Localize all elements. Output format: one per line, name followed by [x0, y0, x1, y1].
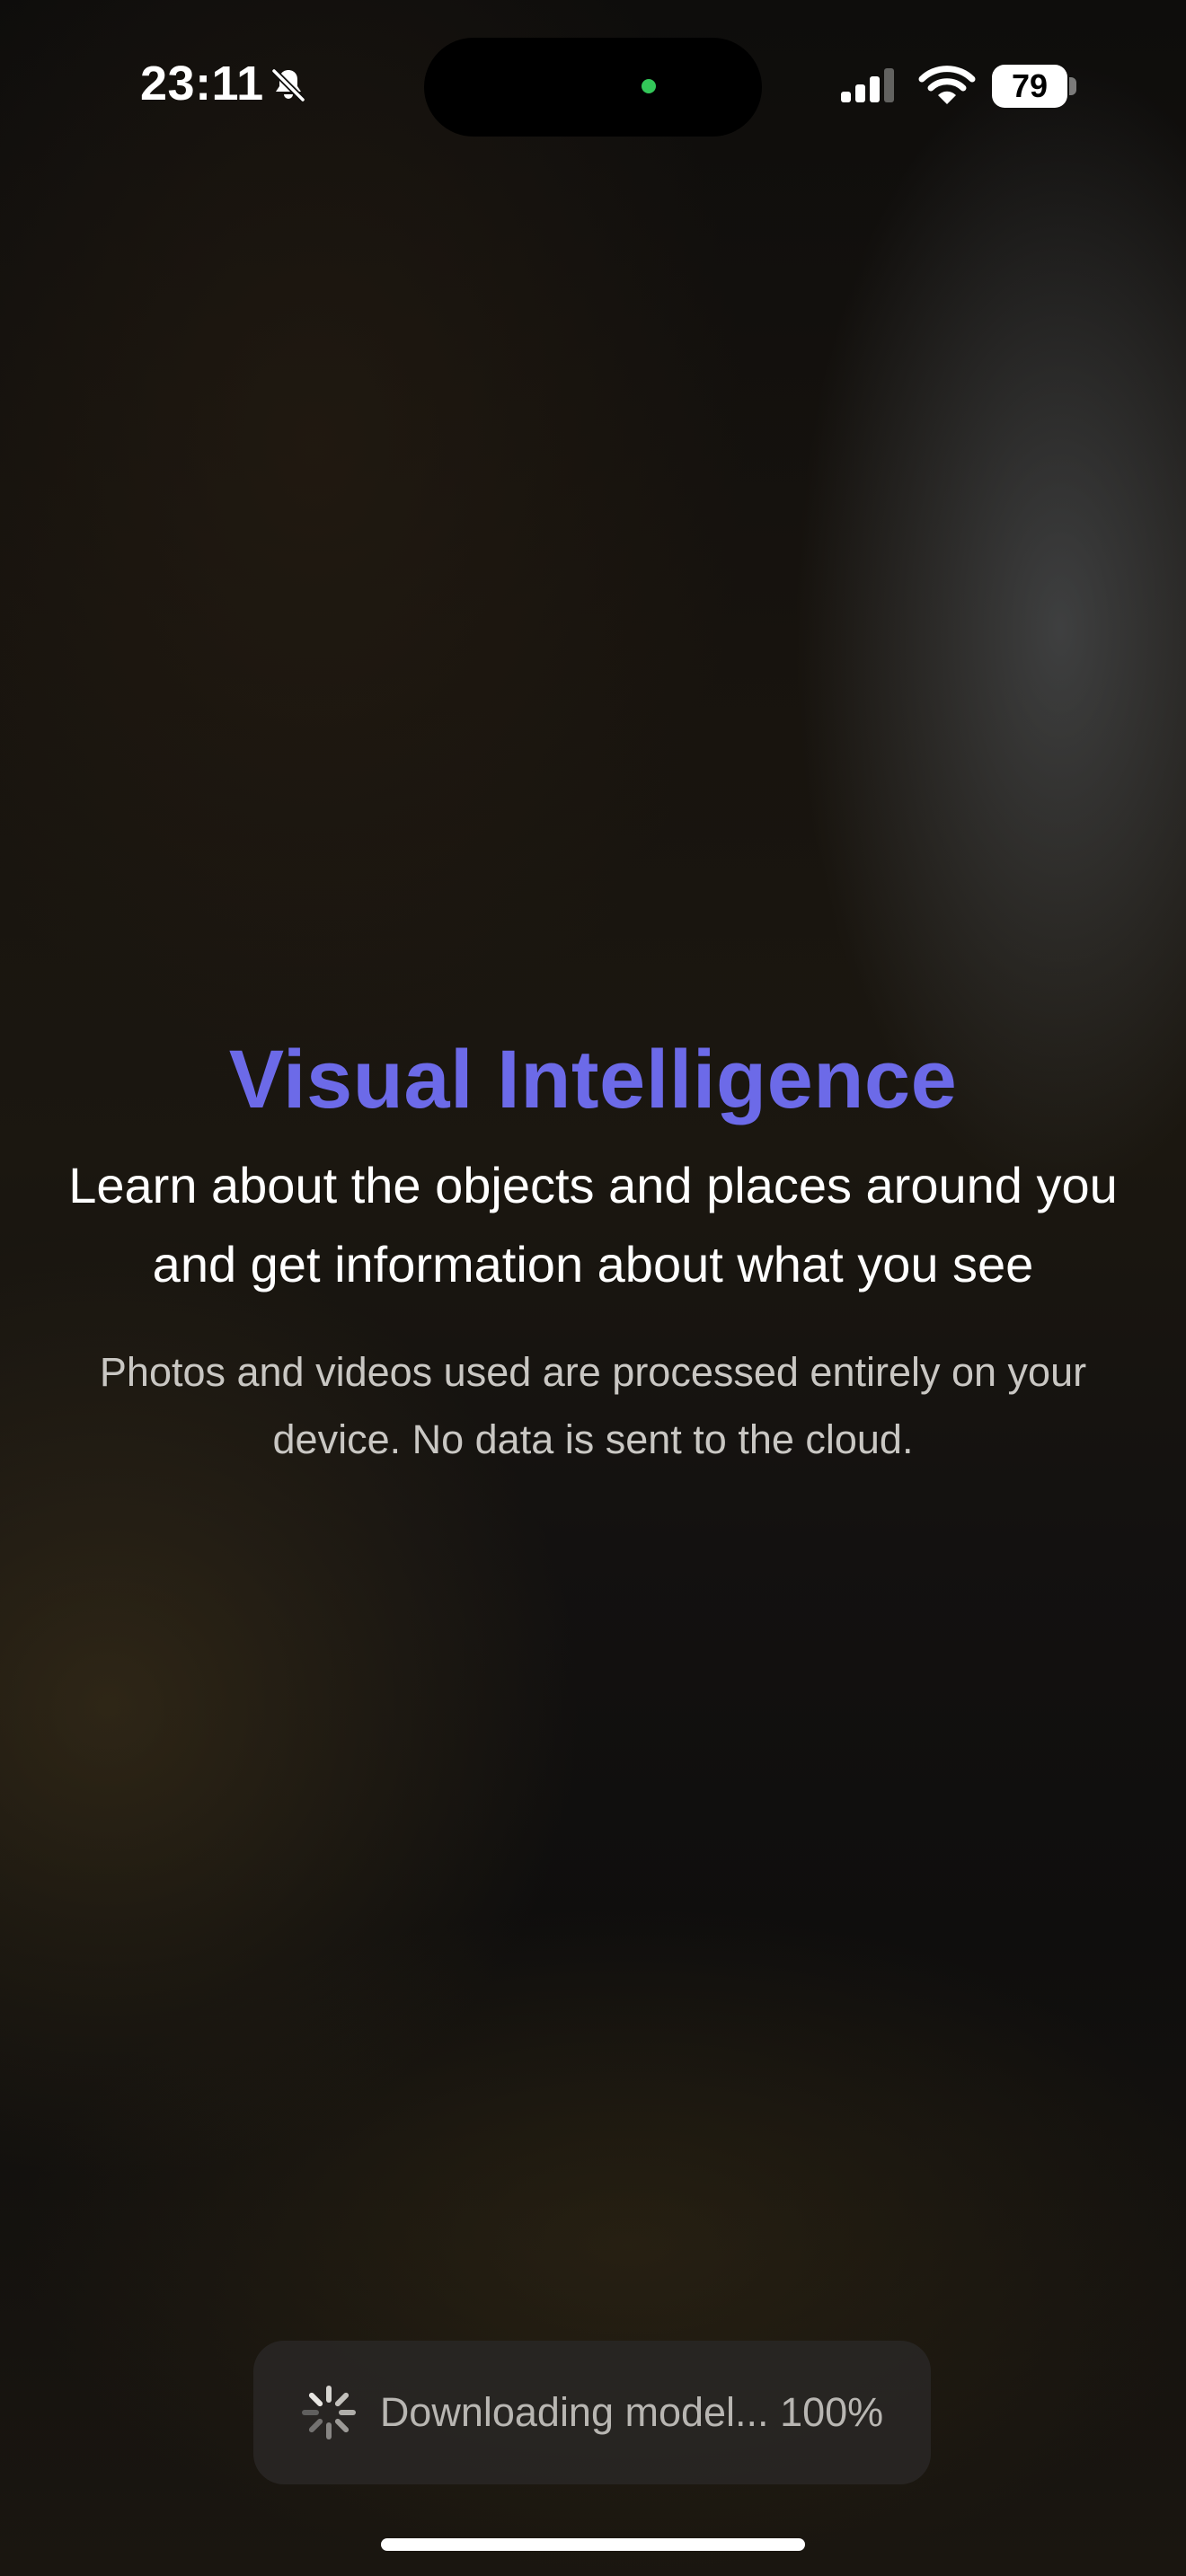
download-status-text: Downloading model... 100% [379, 2389, 884, 2435]
status-time: 23:11 [140, 57, 264, 110]
loading-spinner-icon [301, 2386, 356, 2439]
wifi-icon [918, 66, 976, 104]
battery-cap [1069, 77, 1076, 95]
home-indicator[interactable] [381, 2538, 805, 2551]
visual-intelligence-screen: 23:11 79 Visual Intelligence Learn about… [0, 0, 1186, 2576]
bell-slash-icon [271, 68, 305, 102]
privacy-note: Photos and videos used are processed ent… [99, 1349, 1087, 1462]
page-subtitle: Learn about the objects and places aroun… [68, 1157, 1118, 1292]
page-title: Visual Intelligence [228, 1034, 958, 1125]
dynamic-island [424, 38, 762, 137]
download-status-toast: Downloading model... 100% [253, 2341, 931, 2484]
camera-in-use-indicator [642, 79, 656, 93]
battery-icon: 79 [992, 65, 1067, 108]
cellular-signal-icon [841, 68, 894, 102]
